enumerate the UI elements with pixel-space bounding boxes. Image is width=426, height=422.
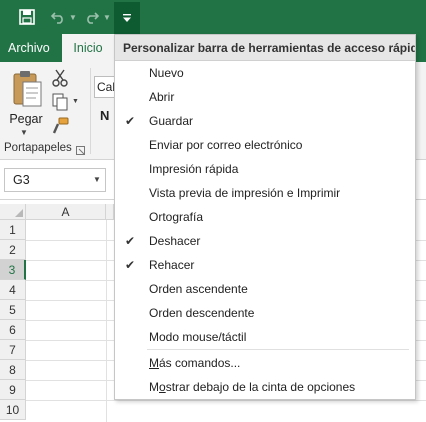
menu-item-label: Modo mouse/táctil xyxy=(149,330,247,344)
row-header[interactable]: 5 xyxy=(0,300,26,320)
menu-item-abrir[interactable]: Abrir xyxy=(115,85,415,109)
checkmark-icon: ✔ xyxy=(125,258,136,272)
ribbon-divider xyxy=(90,68,91,154)
menu-item-sort-descending[interactable]: Orden descendente xyxy=(115,301,415,325)
row-header[interactable]: 1 xyxy=(0,220,26,240)
menu-header: Personalizar barra de herramientas de ac… xyxy=(115,35,415,61)
clipboard-group-label: Portapapeles xyxy=(4,142,72,154)
menu-item-spelling[interactable]: Ortografía xyxy=(115,205,415,229)
menu-item-label: Nuevo xyxy=(149,66,184,80)
row-header[interactable]: 4 xyxy=(0,280,26,300)
menu-item-label: Rehacer xyxy=(149,258,195,272)
paste-label: Pegar xyxy=(9,112,43,126)
menu-item-label: strar debajo de la cinta de opciones xyxy=(165,380,356,394)
menu-item-label: Guardar xyxy=(149,114,194,128)
checkmark-icon: ✔ xyxy=(125,234,136,248)
menu-access-key: o xyxy=(159,380,166,394)
select-all-corner[interactable] xyxy=(0,204,26,220)
row-header[interactable]: 7 xyxy=(0,340,26,360)
menu-item-more-commands[interactable]: Más comandos... xyxy=(115,351,415,375)
gridline xyxy=(106,220,107,422)
row-header[interactable]: 6 xyxy=(0,320,26,340)
menu-item-guardar[interactable]: ✔ Guardar xyxy=(115,109,415,133)
clipboard-launcher-icon[interactable] xyxy=(76,144,85,155)
paste-button[interactable]: Pegar ▼ xyxy=(6,68,46,138)
menu-item-touch-mode[interactable]: Modo mouse/táctil xyxy=(115,325,415,349)
redo-dropdown-icon[interactable]: ▼ xyxy=(102,6,112,28)
menu-item-label: Ortografía xyxy=(149,210,204,224)
menu-item-label: Orden ascendente xyxy=(149,282,248,296)
format-painter-icon[interactable] xyxy=(50,116,70,136)
row-header-selected[interactable]: 3 xyxy=(0,260,26,280)
customize-qat-menu: Personalizar barra de herramientas de ac… xyxy=(114,34,416,400)
row-header[interactable]: 8 xyxy=(0,360,26,380)
menu-item-deshacer[interactable]: ✔ Deshacer xyxy=(115,229,415,253)
row-header[interactable]: 2 xyxy=(0,240,26,260)
paste-icon xyxy=(13,71,42,107)
menu-item-nuevo[interactable]: Nuevo xyxy=(115,61,415,85)
chevron-down-icon[interactable]: ▼ xyxy=(93,175,101,184)
customize-qat-dropdown-icon[interactable] xyxy=(114,2,140,34)
menu-item-label: ás comandos... xyxy=(159,356,241,370)
save-icon[interactable] xyxy=(14,6,40,28)
menu-item-email[interactable]: Enviar por correo electrónico xyxy=(115,133,415,157)
title-bar: ▼ ▼ xyxy=(0,0,426,34)
menu-item-print-preview[interactable]: Vista previa de impresión e Imprimir xyxy=(115,181,415,205)
menu-item-rehacer[interactable]: ✔ Rehacer xyxy=(115,253,415,277)
menu-item-label: Abrir xyxy=(149,90,175,104)
menu-item-sort-ascending[interactable]: Orden ascendente xyxy=(115,277,415,301)
name-box-value: G3 xyxy=(13,173,30,187)
menu-item-label: Vista previa de impresión e Imprimir xyxy=(149,186,341,200)
menu-access-key: M xyxy=(149,356,159,370)
font-name-input[interactable]: Cal xyxy=(94,76,116,98)
undo-dropdown-icon[interactable]: ▼ xyxy=(68,6,78,28)
row-header[interactable]: 9 xyxy=(0,380,26,400)
tab-inicio[interactable]: Inicio xyxy=(62,34,114,62)
redo-icon[interactable] xyxy=(82,6,102,28)
menu-item-quick-print[interactable]: Impresión rápida xyxy=(115,157,415,181)
checkmark-icon: ✔ xyxy=(125,114,136,128)
copy-icon[interactable] xyxy=(50,92,70,112)
menu-item-label: Deshacer xyxy=(149,234,201,248)
menu-item-label: Enviar por correo electrónico xyxy=(149,138,303,152)
menu-item-label: M xyxy=(149,380,159,394)
tab-archivo[interactable]: Archivo xyxy=(0,34,58,62)
bold-button[interactable]: N xyxy=(100,108,109,123)
menu-item-label: Orden descendente xyxy=(149,306,255,320)
paste-dropdown-icon[interactable]: ▼ xyxy=(20,128,28,137)
menu-item-label: Impresión rápida xyxy=(149,162,239,176)
copy-dropdown-icon[interactable]: ▼ xyxy=(72,98,79,105)
gridline xyxy=(26,400,426,401)
column-header-b[interactable] xyxy=(106,204,114,220)
undo-icon[interactable] xyxy=(48,6,68,28)
menu-item-show-below-ribbon[interactable]: Mostrar debajo de la cinta de opciones xyxy=(115,375,415,399)
menu-separator xyxy=(147,349,409,350)
name-box[interactable]: G3 ▼ xyxy=(4,168,106,192)
column-header-a[interactable]: A xyxy=(26,204,106,220)
row-header[interactable]: 10 xyxy=(0,400,26,420)
cut-icon[interactable] xyxy=(50,68,70,88)
